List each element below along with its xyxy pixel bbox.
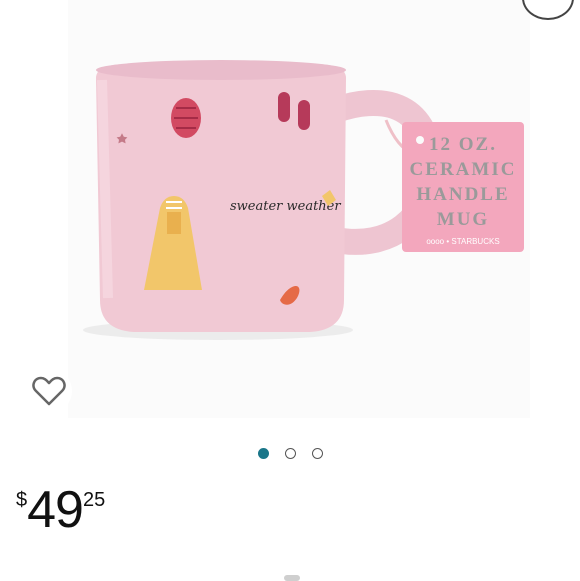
product-tag: 12 OZ. CERAMIC HANDLE MUG oooo • STARBUC… — [402, 122, 524, 252]
gallery-dot-1[interactable] — [258, 448, 269, 459]
gallery-dot-3[interactable] — [312, 448, 323, 459]
price-fraction: 25 — [82, 489, 106, 511]
svg-text:MUG: MUG — [437, 209, 489, 230]
svg-text:oooo • STARBUCKS: oooo • STARBUCKS — [426, 237, 499, 246]
svg-text:HANDLE: HANDLE — [416, 184, 509, 205]
heart-outline-icon — [32, 376, 66, 406]
price: $4925 — [16, 484, 105, 536]
scroll-indicator — [284, 575, 300, 581]
mug-print-text: sweater weather — [230, 199, 341, 214]
gallery-pagination — [258, 448, 323, 459]
svg-text:CERAMIC: CERAMIC — [410, 159, 517, 180]
pinecone-print — [171, 98, 201, 138]
product-image[interactable]: sweater weather 12 OZ. CERAMIC HANDLE MU… — [68, 0, 530, 418]
price-whole: 49 — [27, 481, 84, 539]
gallery-dot-2[interactable] — [285, 448, 296, 459]
favorite-button[interactable] — [26, 368, 72, 414]
price-currency: $ — [16, 489, 28, 511]
svg-text:12 OZ.: 12 OZ. — [429, 134, 497, 155]
